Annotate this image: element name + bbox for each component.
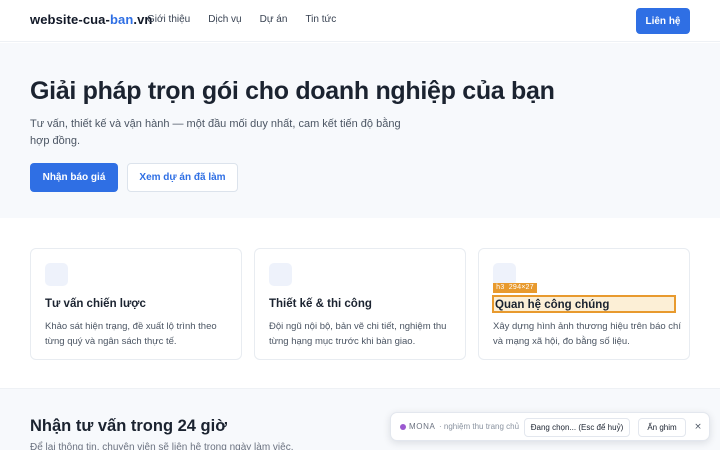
brand-dot-icon (400, 424, 406, 430)
logo-prefix: website-cua- (30, 12, 110, 27)
logo-accent: ban (109, 12, 134, 27)
strategy-icon (45, 263, 68, 286)
hide-pins-button[interactable]: Ẩn ghim (638, 418, 686, 437)
review-toolbar: MONA · nghiệm thu trang chủ Đang chọn...… (390, 412, 710, 441)
inspector-size-tag: h3 294×27 (493, 283, 537, 293)
nav-gioi-thieu[interactable]: Giới thiệu (147, 14, 190, 25)
service-card-design: Thiết kế & thi công Đội ngũ nội bộ, bản … (254, 248, 466, 360)
get-quote-button[interactable]: Nhận báo giá (30, 163, 118, 192)
nav-tin-tuc[interactable]: Tin tức (305, 14, 336, 25)
service-card-strategy: Tư vấn chiến lược Khảo sát hiện trạng, đ… (30, 248, 242, 360)
toolbar-mode: · nghiệm thu trang chủ (439, 422, 520, 431)
card-description: Xây dựng hình ảnh thương hiệu trên báo c… (493, 321, 681, 347)
site-logo[interactable]: website-cua-ban.vn (30, 12, 152, 27)
card-description: Đội ngũ nội bộ, bản vẽ chi tiết, nghiệm … (269, 321, 447, 347)
card-title: Tư vấn chiến lược (45, 298, 146, 310)
consult-subtitle: Để lại thông tin, chuyên viên sẽ liên hệ… (30, 442, 294, 450)
site-header: website-cua-ban.vn Giới thiệu Dịch vụ Dự… (0, 0, 720, 42)
close-icon[interactable]: × (691, 419, 705, 435)
nav-dich-vu[interactable]: Dịch vụ (208, 14, 241, 25)
service-card-pr: h3 294×27 Quan hệ công chúng Xây dựng hì… (478, 248, 690, 360)
hero-title: Giải pháp trọn gói cho doanh nghiệp của … (30, 77, 555, 105)
toolbar-brand: MONA (409, 422, 436, 431)
consult-title: Nhận tư vấn trong 24 giờ (30, 417, 227, 435)
picking-button[interactable]: Đang chọn... (Esc để huỷ) (524, 418, 630, 437)
card-title-highlighted[interactable]: Quan hệ công chúng (492, 295, 676, 313)
card-description: Khảo sát hiện trạng, đề xuất lộ trình th… (45, 321, 217, 347)
card-title: Thiết kế & thi công (269, 298, 372, 310)
main-nav: Giới thiệu Dịch vụ Dự án Tin tức (147, 14, 336, 25)
design-icon (269, 263, 292, 286)
nav-du-an[interactable]: Dự án (260, 14, 288, 25)
hero-subtitle: Tư vấn, thiết kế và vận hành — một đầu m… (30, 118, 401, 147)
view-projects-button[interactable]: Xem dự án đã làm (127, 163, 238, 192)
contact-button[interactable]: Liên hệ (636, 8, 690, 34)
